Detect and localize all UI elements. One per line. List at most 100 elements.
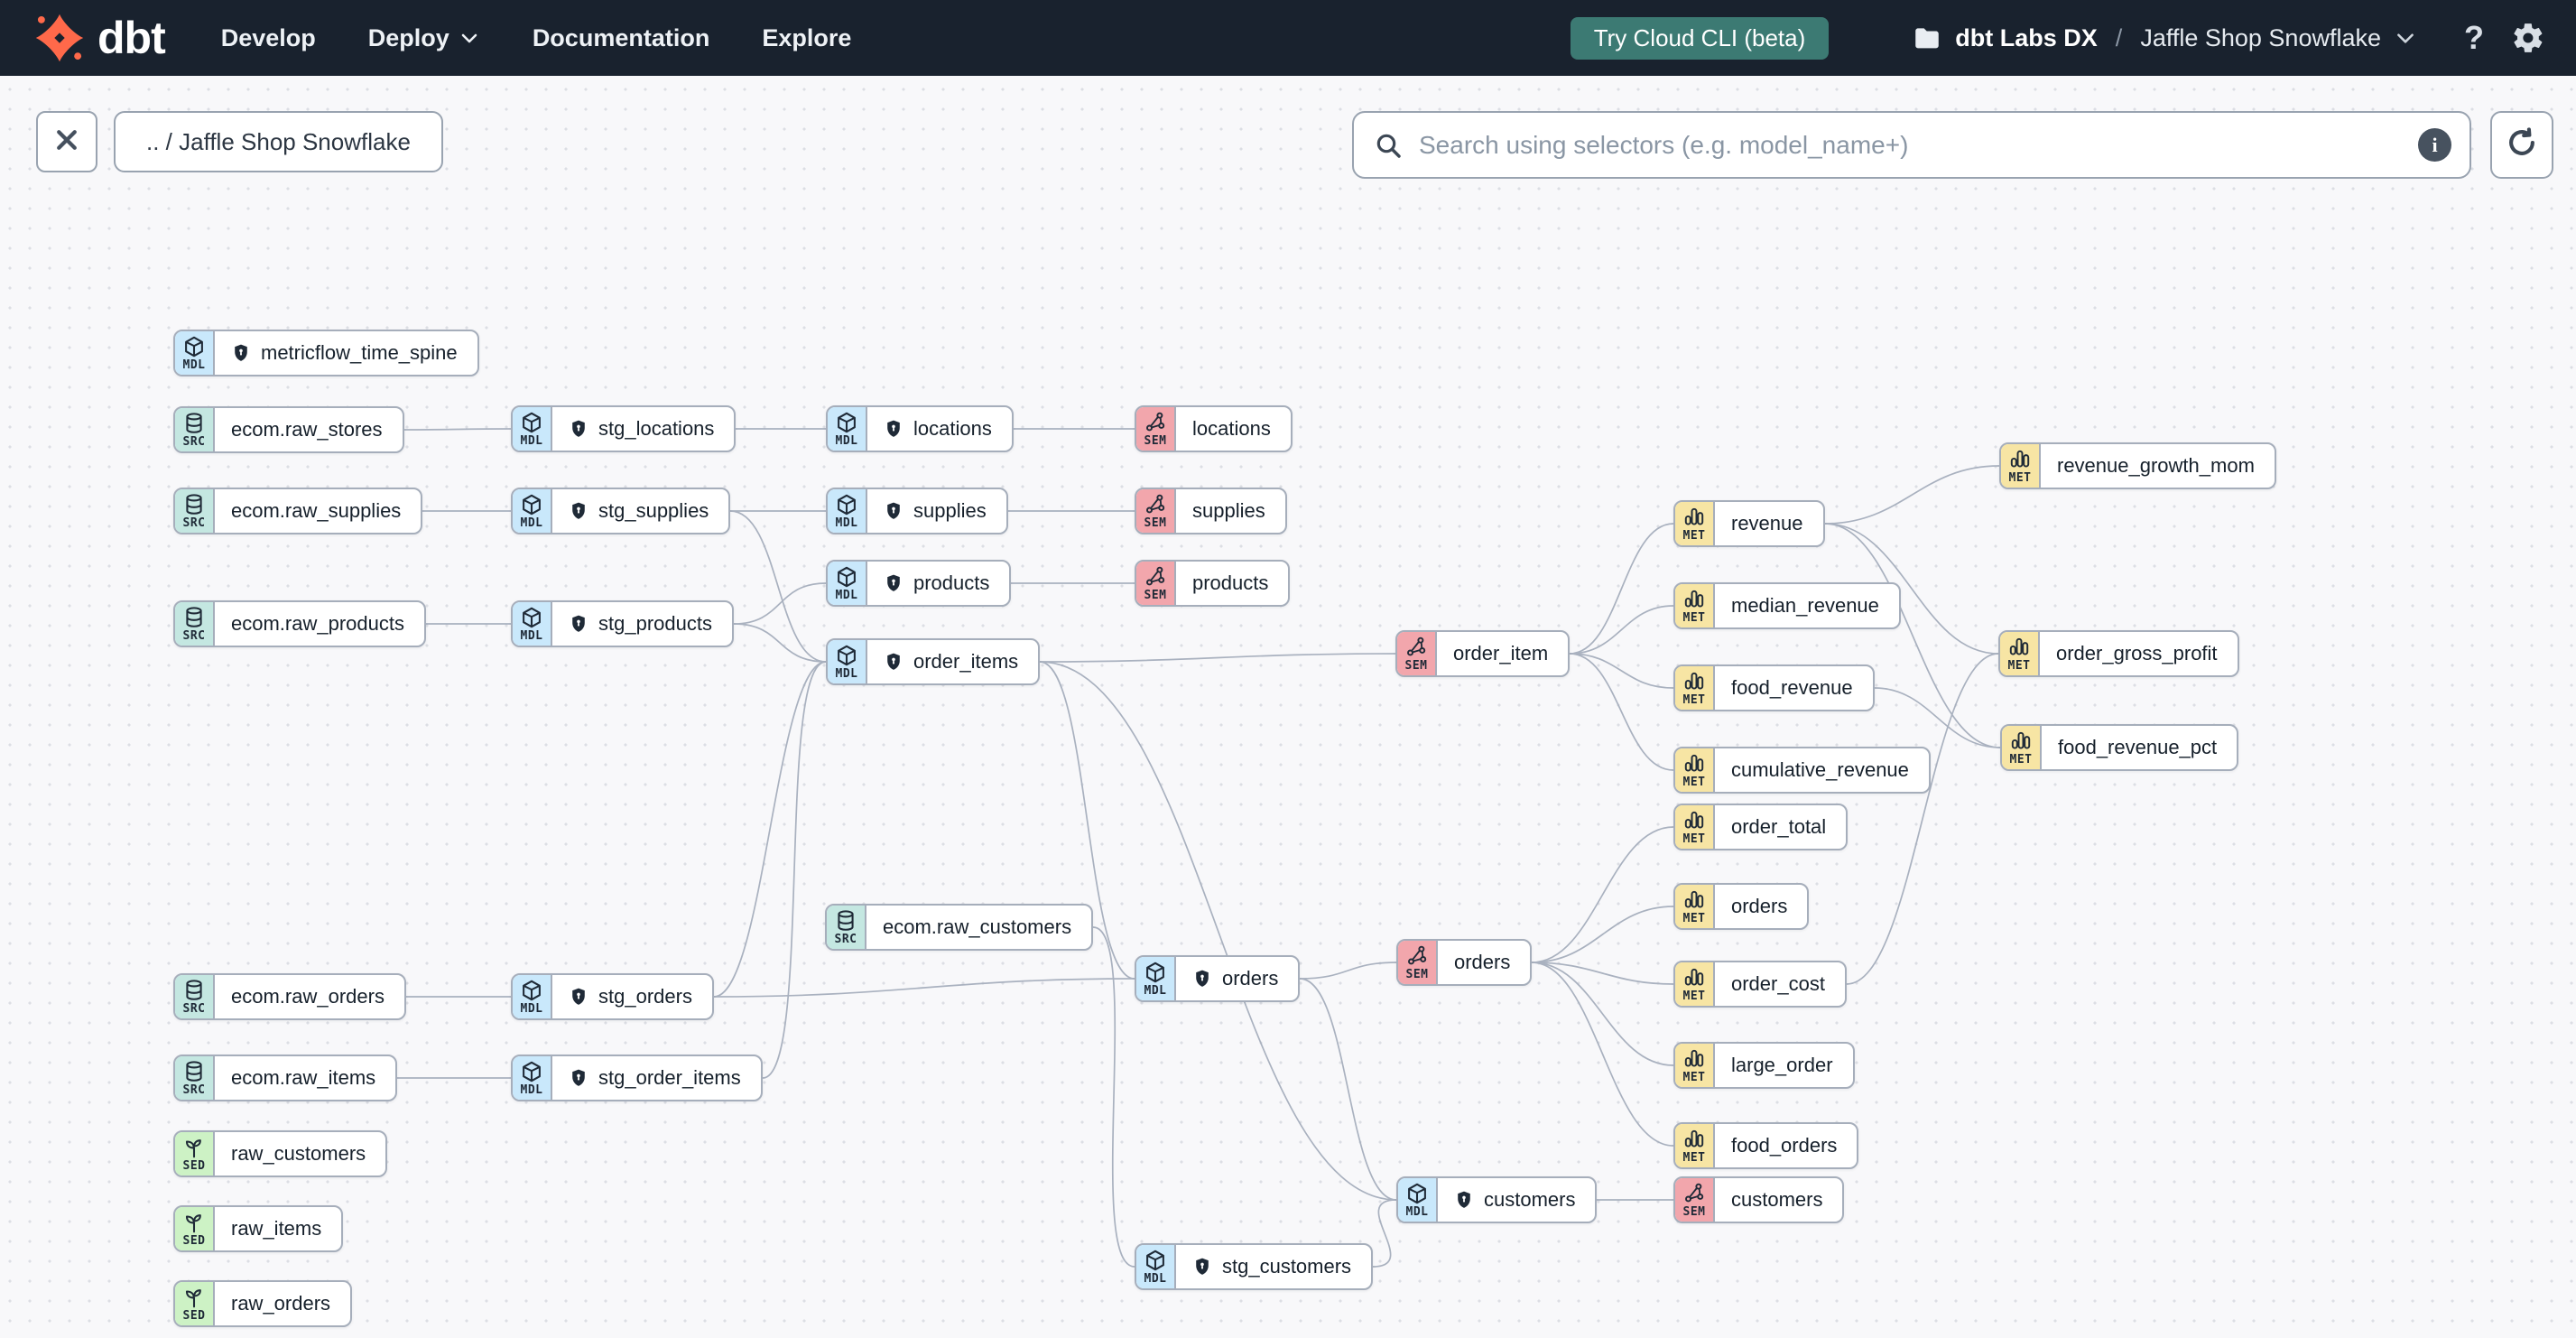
- graph-node-raw_customers_src[interactable]: SRC ecom.raw_customers: [825, 904, 1094, 951]
- node-type-label: MDL: [520, 434, 543, 448]
- graph-node-stg_order_items[interactable]: MDL stg_order_items: [511, 1055, 763, 1101]
- graph-node-met_order_total[interactable]: MET order_total: [1673, 804, 1849, 850]
- graph-node-raw_items_src[interactable]: SRC ecom.raw_items: [173, 1055, 398, 1101]
- shield-icon: [1192, 1257, 1212, 1277]
- dbt-logo[interactable]: dbt: [34, 13, 166, 63]
- graph-node-raw_supplies[interactable]: SRC ecom.raw_supplies: [173, 488, 423, 534]
- search-input[interactable]: [1417, 129, 2418, 161]
- info-icon[interactable]: i: [2418, 128, 2451, 162]
- graph-node-met_food_revenue[interactable]: MET food_revenue: [1673, 664, 1875, 711]
- refresh-icon: [2505, 125, 2539, 164]
- gear-icon[interactable]: [2511, 21, 2545, 55]
- shield-icon: [884, 419, 903, 439]
- semantic-graph-icon: [1144, 493, 1167, 516]
- nav-item-develop[interactable]: Develop: [221, 24, 316, 52]
- metric-type-badge: MET: [1675, 1044, 1715, 1087]
- node-type-label: MDL: [1144, 984, 1167, 998]
- node-type-label: SEM: [1405, 968, 1429, 981]
- nav-item-explore[interactable]: Explore: [762, 24, 851, 52]
- edge-sem_orders-to-met_order_total: [1531, 826, 1674, 963]
- graph-node-met_food_orders[interactable]: MET food_orders: [1673, 1122, 1859, 1169]
- graph-node-raw_stores[interactable]: SRC ecom.raw_stores: [173, 406, 404, 453]
- model-type-badge: MDL: [1398, 1178, 1438, 1222]
- graph-node-met_median_revenue[interactable]: MET median_revenue: [1673, 582, 1901, 629]
- graph-node-stg_customers[interactable]: MDL stg_customers: [1135, 1243, 1374, 1290]
- node-label: large_order: [1731, 1054, 1833, 1076]
- lineage-path-chip[interactable]: .. / Jaffle Shop Snowflake: [114, 111, 443, 172]
- graph-node-customers[interactable]: MDL customers: [1396, 1176, 1598, 1223]
- cube-icon: [520, 606, 543, 629]
- graph-node-raw_orders_src[interactable]: SRC ecom.raw_orders: [173, 973, 406, 1020]
- graph-node-stg_locations[interactable]: MDL stg_locations: [511, 405, 737, 452]
- graph-node-locations[interactable]: MDL locations: [826, 405, 1014, 452]
- model-type-badge: MDL: [513, 489, 552, 533]
- graph-node-met_revenue_growth_mom[interactable]: MET revenue_growth_mom: [1999, 442, 2276, 489]
- node-label: orders: [1454, 951, 1511, 973]
- node-label: raw_orders: [231, 1292, 331, 1315]
- node-type-label: MDL: [520, 1083, 543, 1097]
- cube-icon: [182, 335, 206, 358]
- graph-node-seed_raw_items[interactable]: SED raw_items: [173, 1205, 344, 1252]
- graph-node-met_revenue[interactable]: MET revenue: [1673, 500, 1825, 547]
- semantic_model-type-badge: SEM: [1398, 941, 1438, 984]
- close-lineage-button[interactable]: [36, 111, 97, 172]
- graph-node-met_large_order[interactable]: MET large_order: [1673, 1042, 1855, 1089]
- nav-item-documentation[interactable]: Documentation: [533, 24, 710, 52]
- node-type-label: SRC: [182, 435, 206, 449]
- edge-order_items-to-customers: [1039, 661, 1397, 1201]
- model-type-badge: MDL: [828, 407, 867, 451]
- graph-node-sem_customers[interactable]: SEM customers: [1673, 1176, 1845, 1223]
- graph-node-met_food_revenue_pct[interactable]: MET food_revenue_pct: [2000, 724, 2239, 771]
- graph-node-orders_model[interactable]: MDL orders: [1135, 955, 1301, 1002]
- graph-node-met_cumulative_revenue[interactable]: MET cumulative_revenue: [1673, 747, 1931, 794]
- graph-node-sem_products[interactable]: SEM products: [1135, 560, 1291, 607]
- refresh-button[interactable]: [2490, 111, 2553, 179]
- model-type-badge: MDL: [828, 562, 867, 605]
- bar-chart-icon: [2009, 729, 2033, 753]
- node-label: cumulative_revenue: [1731, 758, 1909, 781]
- graph-node-raw_products[interactable]: SRC ecom.raw_products: [173, 600, 426, 647]
- seedling-icon: [182, 1211, 206, 1234]
- graph-node-stg_orders[interactable]: MDL stg_orders: [511, 973, 714, 1020]
- selector-search: i: [1352, 111, 2471, 179]
- model-type-badge: MDL: [513, 407, 552, 451]
- graph-node-met_order_gross_profit[interactable]: MET order_gross_profit: [1998, 630, 2239, 677]
- semantic-graph-icon: [1404, 636, 1428, 659]
- project-chevron-down-icon[interactable]: [2394, 26, 2417, 50]
- project-name[interactable]: Jaffle Shop Snowflake: [2140, 24, 2381, 52]
- node-label: locations: [913, 417, 992, 440]
- graph-node-order_items[interactable]: MDL order_items: [826, 638, 1041, 685]
- graph-node-supplies[interactable]: MDL supplies: [826, 488, 1008, 534]
- metric-type-badge: MET: [1675, 805, 1715, 849]
- lineage-path-label: .. / Jaffle Shop Snowflake: [146, 127, 411, 155]
- help-icon[interactable]: ?: [2464, 19, 2484, 57]
- bar-chart-icon: [1682, 670, 1706, 693]
- graph-node-met_order_cost[interactable]: MET order_cost: [1673, 961, 1847, 1008]
- graph-node-met_orders[interactable]: MET orders: [1673, 883, 1810, 930]
- node-label: ecom.raw_stores: [231, 418, 383, 441]
- close-icon: [53, 126, 80, 158]
- try-cloud-cli-button[interactable]: Try Cloud CLI (beta): [1570, 16, 1830, 60]
- shield-icon: [569, 501, 588, 521]
- graph-node-sem_orders[interactable]: SEM orders: [1396, 939, 1533, 986]
- chevron-down-icon: [459, 27, 480, 49]
- graph-node-seed_raw_orders[interactable]: SED raw_orders: [173, 1280, 353, 1327]
- graph-node-sem_order_item[interactable]: SEM order_item: [1395, 630, 1571, 677]
- graph-node-sem_locations[interactable]: SEM locations: [1135, 405, 1293, 452]
- node-type-label: MET: [1682, 529, 1706, 543]
- graph-node-stg_supplies[interactable]: MDL stg_supplies: [511, 488, 731, 534]
- nav-item-deploy[interactable]: Deploy: [368, 24, 480, 52]
- node-label: revenue: [1731, 512, 1803, 534]
- node-label: ecom.raw_supplies: [231, 499, 402, 522]
- node-type-label: MET: [2007, 659, 2031, 673]
- graph-node-metricflow_time_spine[interactable]: MDL metricflow_time_spine: [173, 330, 479, 376]
- bar-chart-icon: [2008, 448, 2032, 471]
- node-label: ecom.raw_products: [231, 612, 404, 635]
- edge-met_revenue-to-met_revenue_growth_mom: [1824, 465, 2000, 525]
- graph-node-products[interactable]: MDL products: [826, 560, 1012, 607]
- graph-node-seed_raw_customers[interactable]: SED raw_customers: [173, 1130, 388, 1177]
- semantic_model-type-badge: SEM: [1136, 407, 1176, 451]
- graph-node-sem_supplies[interactable]: SEM supplies: [1135, 488, 1287, 534]
- graph-node-stg_products[interactable]: MDL stg_products: [511, 600, 734, 647]
- account-name[interactable]: dbt Labs DX: [1955, 24, 2098, 52]
